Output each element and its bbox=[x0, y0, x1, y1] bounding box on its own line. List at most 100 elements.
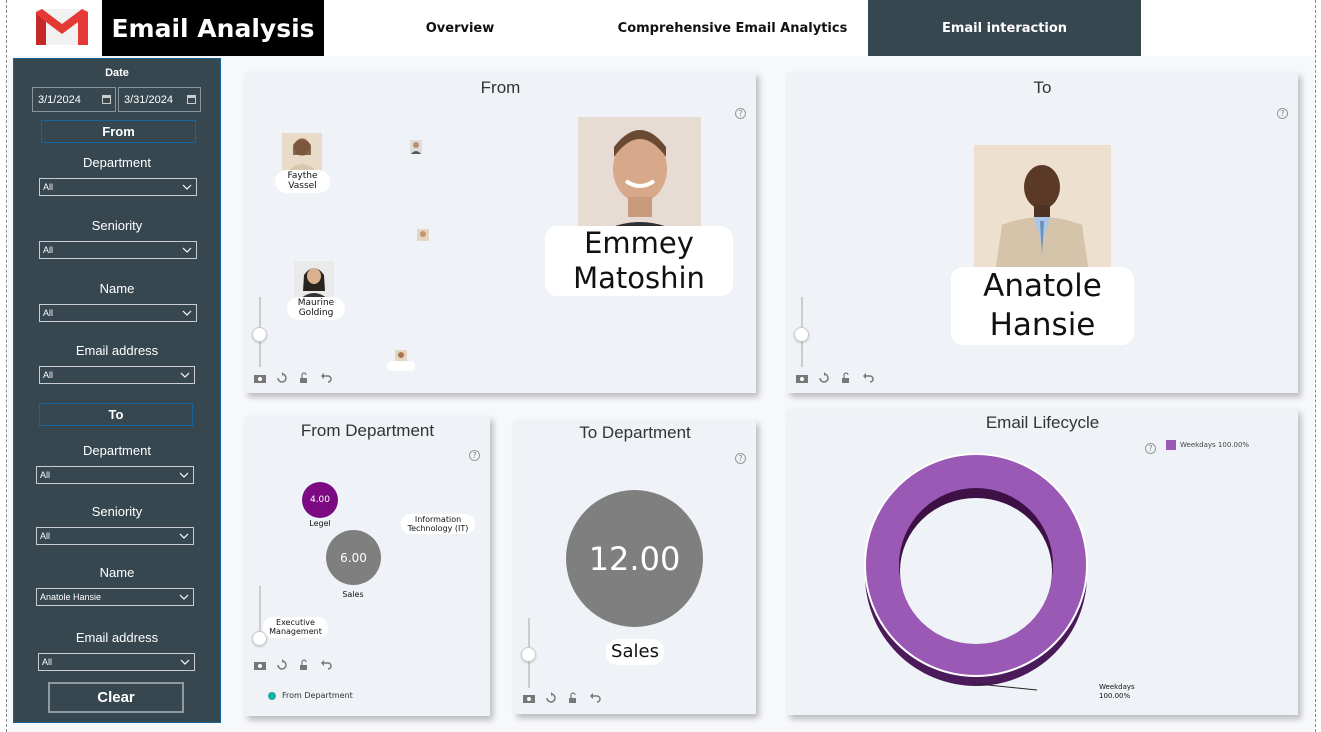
person-photo[interactable] bbox=[417, 229, 429, 241]
camera-icon[interactable] bbox=[522, 692, 536, 704]
date-label: Date bbox=[105, 67, 129, 79]
help-icon[interactable]: ? bbox=[469, 450, 480, 461]
person-photo[interactable] bbox=[294, 261, 334, 299]
chevron-down-icon bbox=[179, 594, 189, 600]
tab-email-interaction[interactable]: Email interaction bbox=[868, 0, 1141, 56]
date-start-input[interactable]: 3/1/2024 bbox=[32, 87, 116, 112]
donut-chart[interactable] bbox=[857, 449, 1097, 694]
department-label: Executive Management bbox=[263, 617, 328, 638]
dropdown-value: All bbox=[43, 308, 54, 318]
from-section-header: From bbox=[41, 120, 196, 143]
unlock-icon[interactable] bbox=[297, 372, 311, 384]
department-bubble[interactable]: 12.00 bbox=[566, 490, 703, 627]
refresh-icon[interactable] bbox=[544, 692, 558, 704]
undo-icon[interactable] bbox=[319, 372, 333, 384]
to-panel: To ? Anatole Hansie bbox=[787, 72, 1298, 393]
undo-icon[interactable] bbox=[861, 372, 875, 384]
from-department-dropdown[interactable]: All bbox=[39, 178, 197, 196]
zoom-slider-handle[interactable] bbox=[252, 631, 267, 646]
calendar-icon[interactable] bbox=[187, 95, 196, 104]
visual-toolbar bbox=[253, 659, 333, 671]
camera-icon[interactable] bbox=[253, 372, 267, 384]
from-name-dropdown[interactable]: All bbox=[39, 304, 197, 322]
zoom-slider-handle[interactable] bbox=[521, 647, 536, 662]
department-bubble[interactable]: 6.00 bbox=[326, 530, 381, 585]
gmail-logo-icon bbox=[26, 4, 96, 50]
date-end-input[interactable]: 3/31/2024 bbox=[118, 87, 201, 112]
from-name-label: Name bbox=[99, 281, 135, 296]
undo-icon[interactable] bbox=[319, 659, 333, 671]
person-name-line: Faythe bbox=[287, 171, 318, 181]
tab-comprehensive-email-analytics[interactable]: Comprehensive Email Analytics bbox=[600, 0, 865, 56]
department-label: Sales bbox=[342, 590, 364, 599]
from-department-panel: From Department ? 4.00 Legel Information… bbox=[245, 416, 490, 716]
from-email-dropdown[interactable]: All bbox=[39, 366, 195, 384]
chevron-down-icon bbox=[182, 184, 192, 190]
to-section-header: To bbox=[39, 403, 193, 426]
person-label bbox=[387, 361, 415, 371]
unlock-icon[interactable] bbox=[839, 372, 853, 384]
to-name-dropdown[interactable]: Anatole Hansie bbox=[36, 588, 194, 606]
department-label-line: Information bbox=[414, 515, 462, 524]
person-photo[interactable] bbox=[410, 140, 422, 154]
clear-button[interactable]: Clear bbox=[48, 682, 184, 713]
to-department-label: Department bbox=[83, 443, 151, 458]
department-label: Sales bbox=[606, 639, 664, 665]
help-icon[interactable]: ? bbox=[735, 108, 746, 119]
person-name-line: Matoshin bbox=[573, 261, 705, 295]
department-label-line: Executive bbox=[276, 618, 315, 627]
refresh-icon[interactable] bbox=[275, 659, 289, 671]
data-label-line: Weekdays bbox=[1099, 683, 1135, 691]
person-name-line: Anatole bbox=[983, 268, 1102, 304]
chevron-down-icon bbox=[180, 659, 190, 665]
refresh-icon[interactable] bbox=[817, 372, 831, 384]
dropdown-value: Anatole Hansie bbox=[40, 592, 102, 602]
help-icon[interactable]: ? bbox=[735, 453, 746, 464]
department-bubble[interactable]: 4.00 bbox=[302, 482, 338, 518]
to-email-label: Email address bbox=[75, 630, 159, 645]
person-name-line: Emmey bbox=[584, 226, 694, 260]
camera-icon[interactable] bbox=[253, 659, 267, 671]
person-photo-selected[interactable] bbox=[974, 145, 1111, 280]
panel-title: To bbox=[1033, 78, 1052, 97]
to-department-panel: To Department ? 12.00 Sales bbox=[514, 420, 756, 714]
legend-label: From Department bbox=[282, 691, 353, 700]
chevron-down-icon bbox=[179, 533, 189, 539]
legend-marker bbox=[1166, 440, 1176, 450]
person-name-line: Vassel bbox=[288, 181, 317, 191]
person-label: Faythe Vassel bbox=[275, 170, 330, 193]
unlock-icon[interactable] bbox=[566, 692, 580, 704]
to-seniority-dropdown[interactable]: All bbox=[36, 527, 194, 545]
person-photo[interactable] bbox=[282, 133, 322, 171]
visual-toolbar bbox=[795, 372, 875, 384]
dropdown-value: All bbox=[43, 182, 54, 192]
refresh-icon[interactable] bbox=[275, 372, 289, 384]
selected-person-label: Emmey Matoshin bbox=[545, 226, 733, 296]
help-icon[interactable]: ? bbox=[1145, 443, 1156, 454]
to-email-dropdown[interactable]: All bbox=[38, 653, 195, 671]
panel-title: From bbox=[480, 78, 521, 97]
person-photo-selected[interactable] bbox=[578, 117, 701, 239]
tab-overview[interactable]: Overview bbox=[400, 0, 520, 56]
to-department-dropdown[interactable]: All bbox=[36, 466, 194, 484]
legend-marker bbox=[268, 691, 276, 700]
zoom-slider-handle[interactable] bbox=[252, 327, 267, 342]
dropdown-value: All bbox=[40, 531, 51, 541]
help-icon[interactable]: ? bbox=[1277, 108, 1288, 119]
camera-icon[interactable] bbox=[795, 372, 809, 384]
calendar-icon[interactable] bbox=[102, 95, 111, 104]
email-lifecycle-panel: Email Lifecycle ? Weekdays 100.00% Weekd… bbox=[787, 409, 1298, 715]
department-label-line: Technology (IT) bbox=[407, 524, 469, 533]
data-label: Weekdays 100.00% bbox=[1099, 683, 1143, 701]
legend: From Department bbox=[268, 691, 353, 700]
from-seniority-dropdown[interactable]: All bbox=[39, 241, 197, 259]
chevron-down-icon bbox=[179, 472, 189, 478]
undo-icon[interactable] bbox=[588, 692, 602, 704]
date-start-value: 3/1/2024 bbox=[38, 93, 81, 106]
filter-sidebar: Date 3/1/2024 3/31/2024 From Department … bbox=[13, 58, 221, 723]
chevron-down-icon bbox=[182, 247, 192, 253]
zoom-slider-handle[interactable] bbox=[794, 327, 809, 342]
unlock-icon[interactable] bbox=[297, 659, 311, 671]
panel-title: From Department bbox=[300, 421, 435, 440]
chevron-down-icon bbox=[180, 372, 190, 378]
